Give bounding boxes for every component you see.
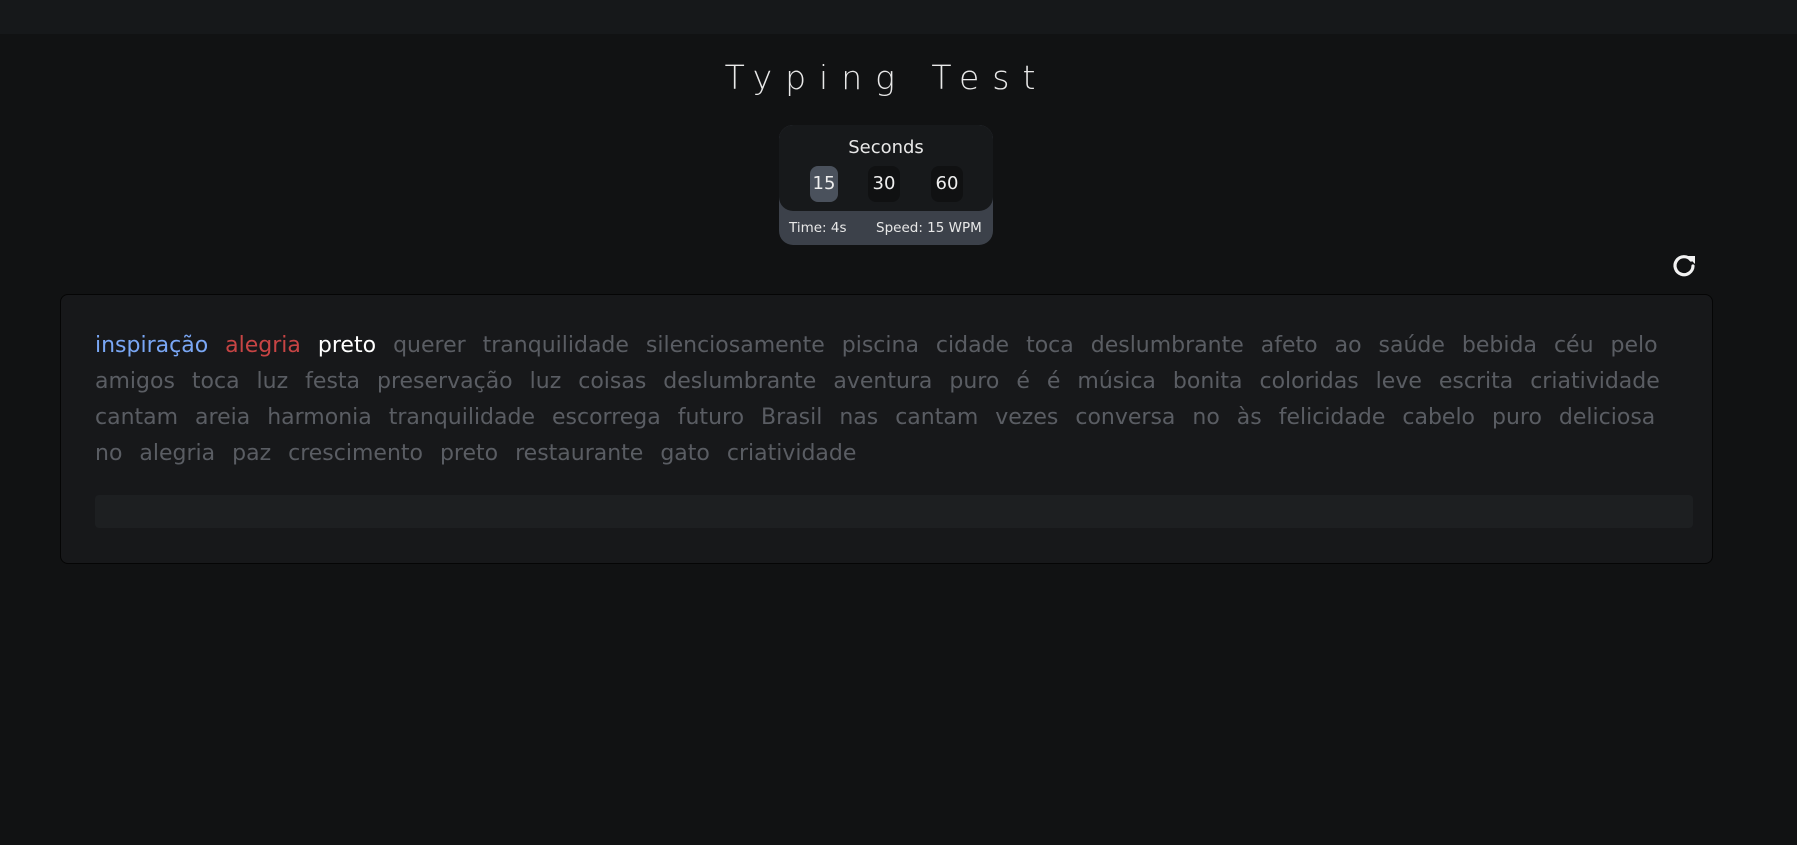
top-bar [0,0,1797,34]
seconds-label: Seconds [848,137,924,158]
settings-panel: Seconds 15 30 60 Time: 4s Speed: 15 WPM [779,125,993,245]
reset-button[interactable] [1670,251,1698,279]
word-current: preto [317,333,377,358]
word-list: inspiração alegria preto querer tranquil… [95,328,1695,472]
seconds-15-button[interactable]: 15 [810,166,838,202]
word-incorrect: alegria [225,333,301,358]
page-title: Typing Test [724,58,1049,97]
seconds-30-button[interactable]: 30 [868,166,900,202]
reload-icon [1673,255,1695,277]
time-display: Time: 4s [789,220,847,236]
seconds-selector: Seconds 15 30 60 [779,125,993,211]
seconds-60-button[interactable]: 60 [931,166,963,202]
typing-panel: inspiração alegria preto querer tranquil… [60,294,1713,564]
word-correct: inspiração [95,333,209,358]
speed-display: Speed: 15 WPM [876,220,982,236]
typing-input[interactable] [95,495,1693,528]
